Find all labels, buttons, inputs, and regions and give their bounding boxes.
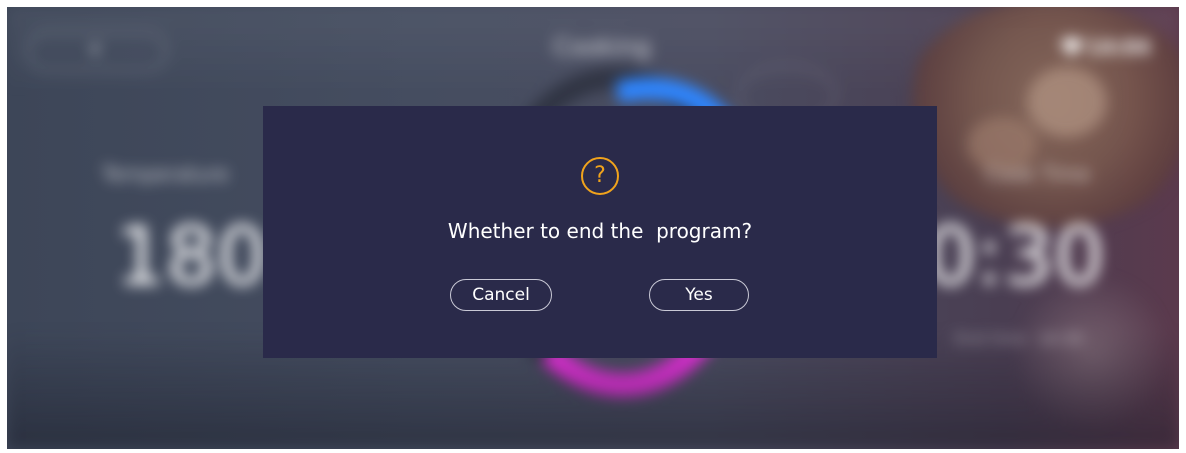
end-program-dialog: ? Whether to end the program? Cancel Yes [263,106,937,358]
chevron-left-icon: ‹ [89,31,101,66]
food-image-detail [1027,67,1107,137]
end-time-value: 14:30 [1037,329,1084,348]
status-clock: 14:04 [1087,35,1151,59]
cook-time-value: 0:30 [925,210,1105,303]
cook-time-label: Cook Time [985,162,1091,186]
yes-button[interactable]: Yes [649,279,749,311]
temperature-value: 180 [115,210,268,303]
dialog-message: Whether to end the program? [447,219,753,243]
cancel-button[interactable]: Cancel [450,279,552,311]
question-circle-icon: ? [581,157,619,195]
screen-title: Cooking [553,33,651,61]
temperature-label: Temperature [102,162,229,186]
wifi-icon [1060,38,1084,56]
end-time-label: End time [955,329,1027,348]
